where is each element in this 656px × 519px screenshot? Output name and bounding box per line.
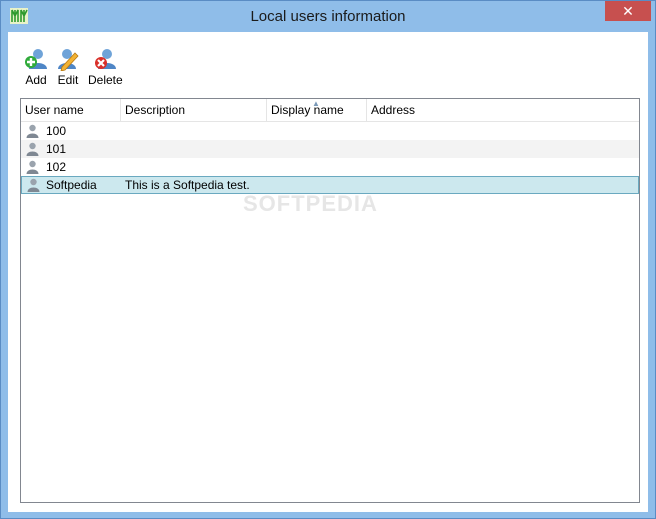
cell-user-name: 101: [46, 142, 67, 156]
delete-button[interactable]: Delete: [88, 47, 123, 87]
table-row[interactable]: 101: [21, 140, 639, 158]
close-button[interactable]: ✕: [605, 1, 651, 21]
table-row[interactable]: 100: [21, 122, 639, 140]
list-header: User name Description Display name Addre…: [21, 99, 639, 122]
window-title: Local users information: [250, 8, 406, 25]
add-user-icon: [25, 49, 47, 69]
delete-user-icon: [95, 49, 117, 69]
column-header-user-name[interactable]: User name: [21, 99, 121, 121]
toolbar: Add Edit Delete: [8, 32, 648, 94]
user-icon: [26, 160, 39, 174]
list-rows: 100 101 102 Softpedia This is a Softpedi: [21, 122, 639, 194]
app-window: Local users information ✕ Add Edit Delet…: [0, 0, 656, 519]
user-icon: [27, 178, 40, 192]
client-area: Add Edit Delete User name Description Di…: [8, 32, 648, 512]
title-bar[interactable]: Local users information ✕: [1, 1, 655, 32]
sort-arrow-icon: ▲: [312, 99, 320, 108]
add-label: Add: [25, 73, 47, 87]
table-row-selected[interactable]: Softpedia This is a Softpedia test.: [21, 176, 639, 194]
add-button[interactable]: Add: [24, 47, 48, 87]
table-row[interactable]: 102: [21, 158, 639, 176]
cell-user-name: Softpedia: [46, 178, 97, 192]
cell-user-name: 100: [46, 124, 67, 138]
users-list[interactable]: User name Description Display name Addre…: [20, 98, 640, 503]
cell-description: This is a Softpedia test.: [125, 178, 250, 192]
edit-label: Edit: [57, 73, 79, 87]
edit-button[interactable]: Edit: [56, 47, 80, 87]
delete-label: Delete: [88, 73, 123, 87]
column-header-description[interactable]: Description: [121, 99, 267, 121]
edit-user-icon: [58, 49, 79, 71]
user-icon: [26, 124, 39, 138]
watermark: SOFTPEDIA: [243, 191, 378, 216]
column-header-address[interactable]: Address: [367, 99, 639, 121]
cell-user-name: 102: [46, 160, 67, 174]
user-icon: [26, 142, 39, 156]
